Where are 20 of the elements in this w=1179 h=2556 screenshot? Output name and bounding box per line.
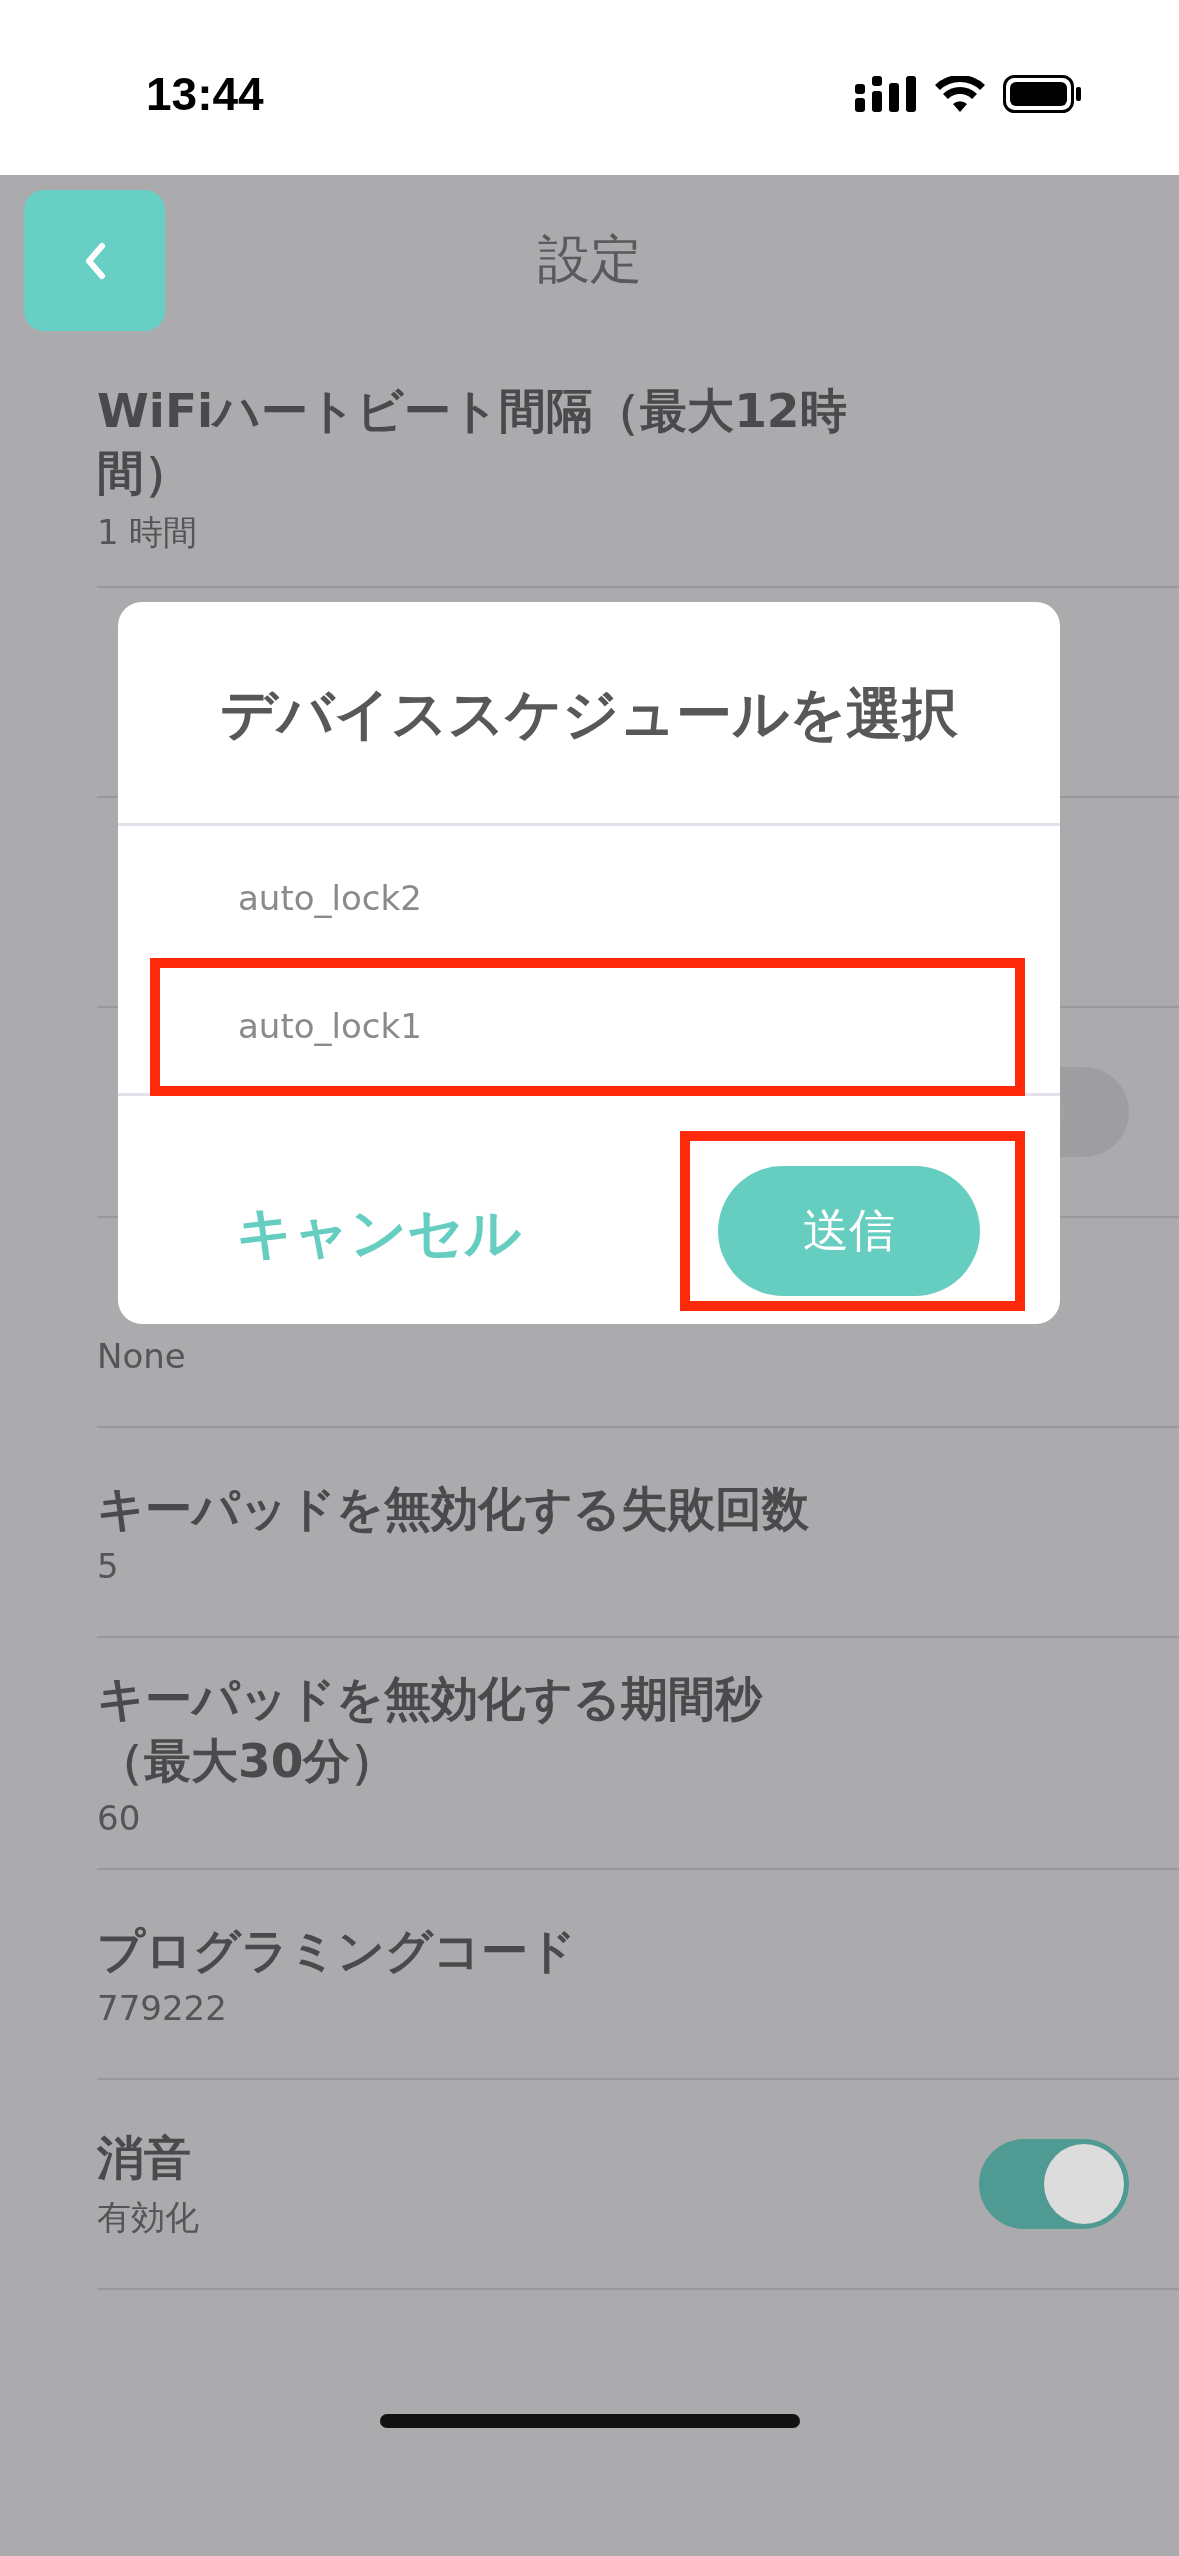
page-title: 設定 [537, 228, 642, 291]
dialog-title: デバイススケジュールを選択 [118, 602, 1060, 826]
setting-title: キーパッドを無効化する失敗回数 [97, 1480, 809, 1538]
setting-value: 有効化 [97, 2196, 199, 2239]
signal-icon [855, 75, 917, 112]
cancel-button[interactable]: キャンセル [236, 1196, 521, 1272]
setting-title: 消音 [97, 2129, 192, 2187]
setting-value: 1 時間 [97, 511, 199, 554]
setting-title: プログラミングコード [97, 1922, 576, 1980]
send-button[interactable]: 送信 [718, 1166, 980, 1296]
setting-title: キーパッドを無効化する期間秒 （最大30分） [97, 1670, 762, 1790]
setting-value: 60 [97, 1798, 142, 1838]
back-icon [83, 241, 106, 280]
setting-value: None [97, 1336, 186, 1376]
setting-value: 5 [97, 1546, 120, 1586]
wifi-icon [935, 75, 985, 112]
status-time: 13:44 [146, 66, 264, 121]
setting-value: 779222 [97, 1988, 228, 2028]
battery-icon [1003, 74, 1083, 113]
setting-title: WiFiハートビート間隔（最大12時 間） [97, 382, 847, 502]
